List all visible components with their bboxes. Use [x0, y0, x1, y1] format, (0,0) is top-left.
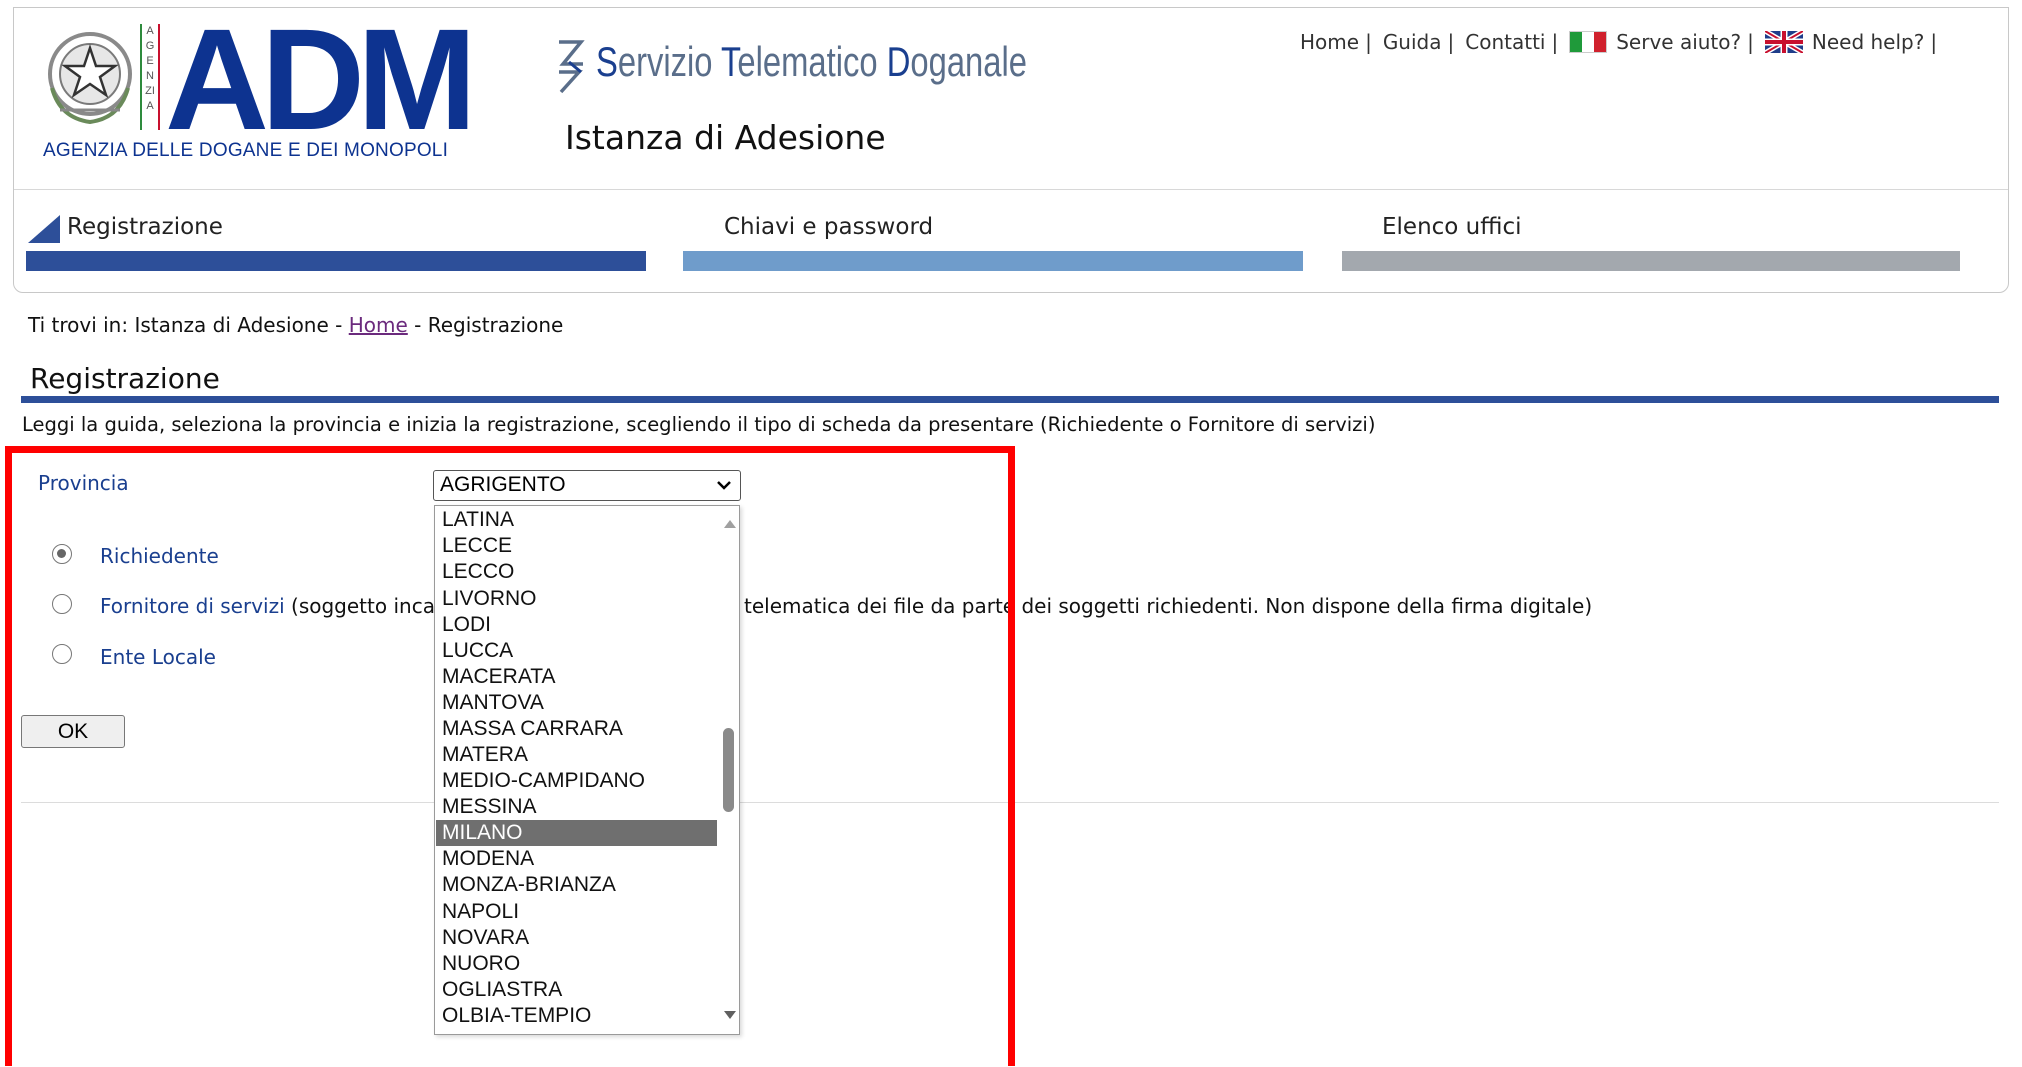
link-separator: | [1551, 30, 1559, 54]
home-link[interactable]: Home [1300, 30, 1359, 54]
breadcrumb: Ti trovi in: Istanza di Adesione - Home … [28, 313, 563, 337]
step-chiavi-bar [683, 251, 1303, 271]
link-separator: | [1447, 30, 1455, 54]
breadcrumb-prefix: Ti trovi in: Istanza di Adesione - [28, 313, 349, 337]
annotation-highlight-box [5, 446, 1015, 1066]
service-title-s: S [596, 38, 618, 85]
service-title-oganale: oganale [910, 38, 1027, 85]
serve-aiuto-link[interactable]: Serve aiuto? [1616, 30, 1741, 54]
link-separator: | [1930, 30, 1938, 54]
breadcrumb-suffix: - Registrazione [407, 313, 564, 337]
page-title: Istanza di Adesione [565, 118, 886, 157]
service-title-ervizio: ervizio [617, 38, 722, 85]
instructions-text: Leggi la guida, seleziona la provincia e… [22, 413, 1376, 436]
agenzia-vertical-text: AGENZIA [145, 25, 155, 112]
link-separator: | [1747, 30, 1754, 54]
top-links: Home | Guida | Contatti | Serve aiuto? | Nee… [1300, 30, 1948, 54]
std-service-icon [559, 40, 585, 94]
service-title: Servizio Telematico Doganale [596, 38, 1027, 86]
link-separator: | [1365, 30, 1372, 54]
agenzia-vertical-label: AGENZIA [140, 24, 160, 130]
service-title-elematico: elematico [737, 38, 887, 85]
guida-link[interactable]: Guida [1383, 30, 1442, 54]
header-divider [14, 189, 2008, 190]
breadcrumb-home-link[interactable]: Home [349, 313, 408, 337]
step-registrazione-label[interactable]: Registrazione [67, 214, 223, 240]
step-registrazione-bar [26, 251, 646, 271]
contatti-link[interactable]: Contatti [1465, 30, 1545, 54]
service-title-d: D [886, 38, 911, 85]
step-chiavi-label[interactable]: Chiavi e password [724, 214, 933, 240]
italian-flag-icon[interactable] [1569, 31, 1608, 53]
adm-logo-text: ADM [165, 0, 477, 160]
uk-flag-icon[interactable] [1764, 31, 1803, 53]
step-uffici-bar [1342, 251, 1960, 271]
section-title: Registrazione [30, 362, 220, 395]
italian-emblem-logo [48, 32, 132, 125]
service-title-t: T [721, 38, 738, 85]
section-divider [21, 396, 1999, 403]
active-step-indicator-icon [28, 215, 60, 243]
step-uffici-label[interactable]: Elenco uffici [1382, 214, 1522, 240]
adm-logo-subtitle: AGENZIA DELLE DOGANE E DEI MONOPOLI [43, 140, 449, 161]
need-help-link[interactable]: Need help? [1812, 30, 1924, 54]
